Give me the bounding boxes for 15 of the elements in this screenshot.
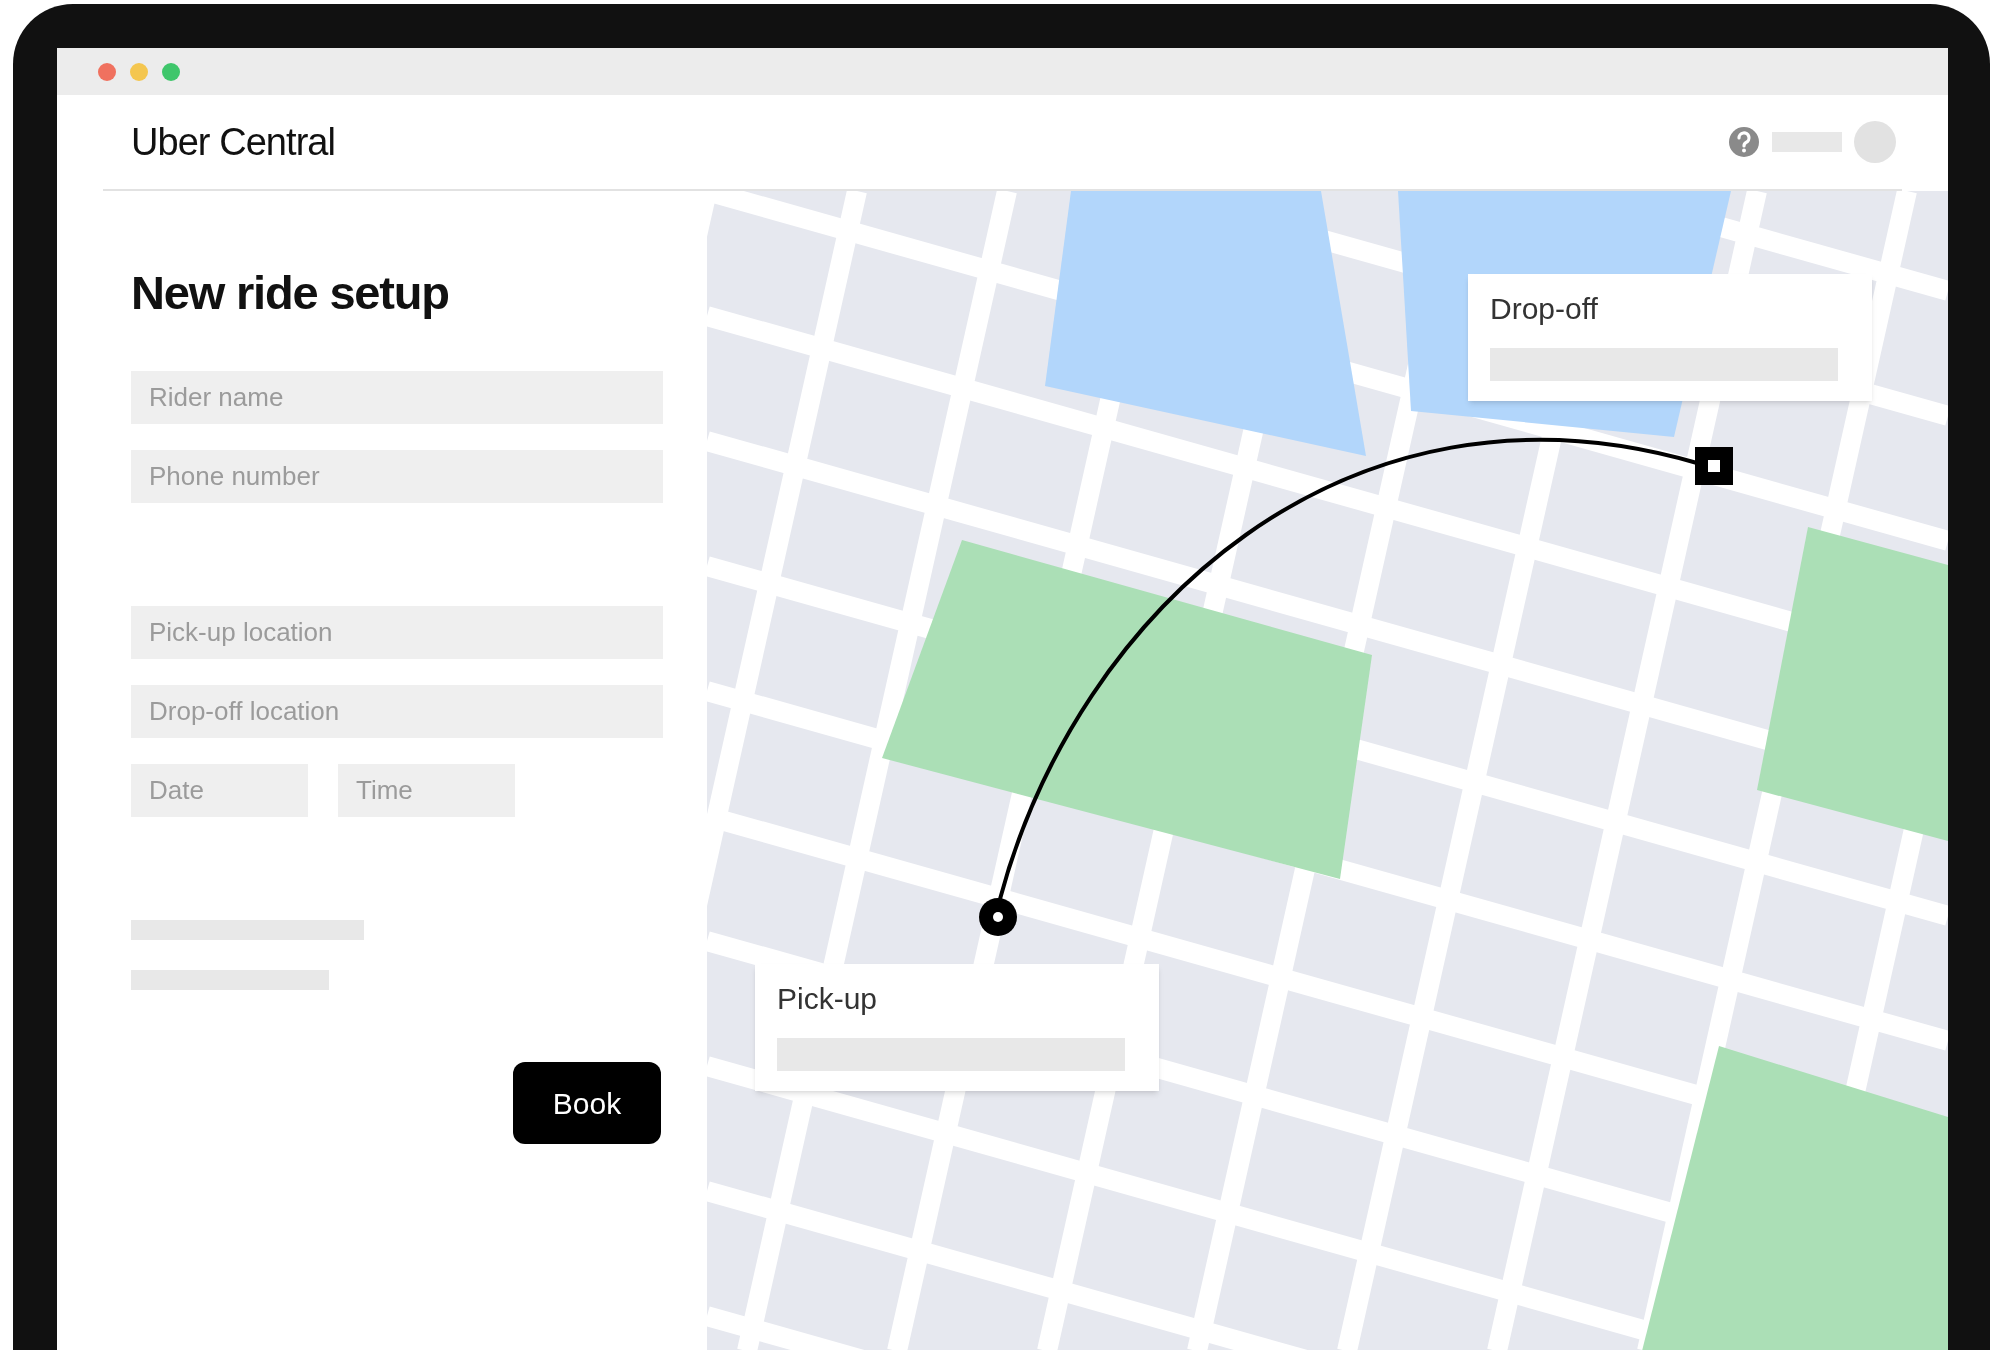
- map-drawing[interactable]: [707, 191, 1948, 1350]
- pickup-pin: [979, 898, 1017, 936]
- avatar[interactable]: [1854, 121, 1896, 163]
- input-field[interactable]: Date: [131, 764, 308, 817]
- input-field[interactable]: Phone number: [131, 450, 663, 503]
- input-field[interactable]: Drop-off location: [131, 685, 663, 738]
- input-field[interactable]: Pick-up location: [131, 606, 663, 659]
- book-button[interactable]: Book: [513, 1062, 661, 1144]
- help-icon[interactable]: [1728, 126, 1760, 158]
- input-field[interactable]: Time: [338, 764, 515, 817]
- dropoff-label: Drop-off: [1490, 294, 1599, 324]
- input-field[interactable]: Rider name: [131, 371, 663, 424]
- app-title: Uber Central: [131, 119, 336, 165]
- dropoff-pin: [1695, 447, 1733, 485]
- pickup-label: Pick-up: [777, 984, 879, 1014]
